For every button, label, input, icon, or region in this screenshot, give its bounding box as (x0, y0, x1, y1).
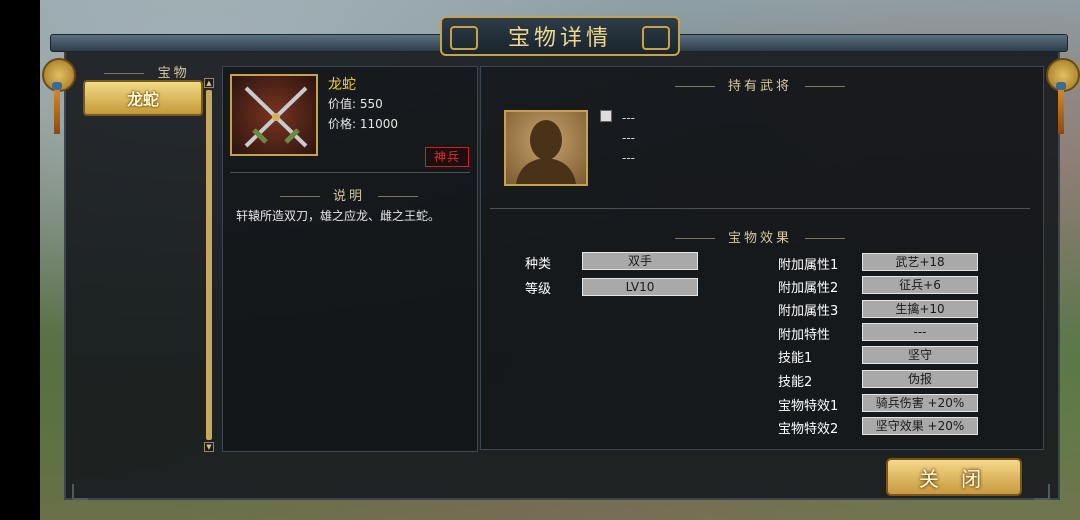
close-button[interactable]: 关 闭 (886, 458, 1022, 496)
item-description: 轩辕所造双刀，雄之应龙、雌之王蛇。 (236, 209, 441, 223)
effect-value: --- (862, 323, 978, 341)
effect-label: 宝物特效1 (778, 399, 839, 414)
silhouette-icon (516, 120, 576, 184)
left-tassel-icon (54, 88, 60, 134)
effect-label: 附加属性2 (778, 281, 839, 296)
item-name: 龙蛇 (328, 77, 356, 93)
holder-title: 持有武将 (640, 75, 880, 94)
holder-checkbox[interactable] (600, 110, 612, 122)
dialog-title-plate: 宝物详情 (440, 16, 680, 56)
weapon-image (230, 74, 318, 156)
effects-title: 宝物效果 (640, 227, 880, 246)
effect-value: 坚守 (862, 346, 978, 364)
effect-value: 生擒+10 (862, 300, 978, 318)
effect-label: 技能1 (778, 351, 813, 366)
title-ornament-right-icon (642, 26, 670, 50)
title-ornament-left-icon (450, 26, 478, 50)
close-button-label: 关 闭 (918, 466, 990, 491)
right-bead-icon (1056, 82, 1066, 90)
scroll-down-icon[interactable]: ▼ (204, 442, 214, 452)
rarity-badge: 神兵 (425, 147, 469, 167)
item-list-entry-longshe[interactable]: 龙蛇 (83, 80, 203, 116)
item-list-scrollbar[interactable]: ▲ ▼ (204, 78, 214, 452)
item-price: 价格: 11000 (328, 117, 399, 131)
item-list-entry-label: 龙蛇 (126, 90, 159, 109)
description-title: 说明 (222, 185, 476, 204)
holder-line-3: --- (622, 151, 635, 165)
right-tassel-icon (1058, 88, 1064, 134)
corner-ornament-icon (1034, 484, 1050, 500)
screen-letterbox (0, 0, 40, 520)
scroll-up-icon[interactable]: ▲ (204, 78, 214, 88)
item-value: 价值: 550 (328, 97, 383, 111)
corner-ornament-icon (72, 484, 88, 500)
effect-label-type: 种类 (525, 257, 552, 272)
dialog-title: 宝物详情 (507, 26, 612, 51)
effect-label: 宝物特效2 (778, 422, 839, 437)
holder-line-1: --- (622, 111, 635, 125)
effect-value-type: 双手 (582, 252, 698, 270)
effect-label-level: 等级 (525, 282, 552, 297)
scroll-thumb[interactable] (206, 90, 212, 440)
effect-label: 附加特性 (778, 328, 831, 343)
effect-label: 附加属性3 (778, 304, 839, 319)
holder-line-2: --- (622, 131, 635, 145)
effect-value-level: LV10 (582, 278, 698, 296)
effect-label: 技能2 (778, 375, 813, 390)
divider (490, 208, 1030, 209)
effect-value: 骑兵伤害 +20% (862, 394, 978, 412)
effect-value: 武艺+18 (862, 253, 978, 271)
effect-label: 附加属性1 (778, 258, 839, 273)
effect-value: 坚守效果 +20% (862, 417, 978, 435)
effect-value: 伪报 (862, 370, 978, 388)
effect-value: 征兵+6 (862, 276, 978, 294)
divider (230, 172, 470, 173)
general-portrait-placeholder[interactable] (504, 110, 588, 186)
crossed-swords-icon (244, 86, 308, 148)
left-bead-icon (52, 82, 62, 90)
item-list (78, 78, 206, 452)
